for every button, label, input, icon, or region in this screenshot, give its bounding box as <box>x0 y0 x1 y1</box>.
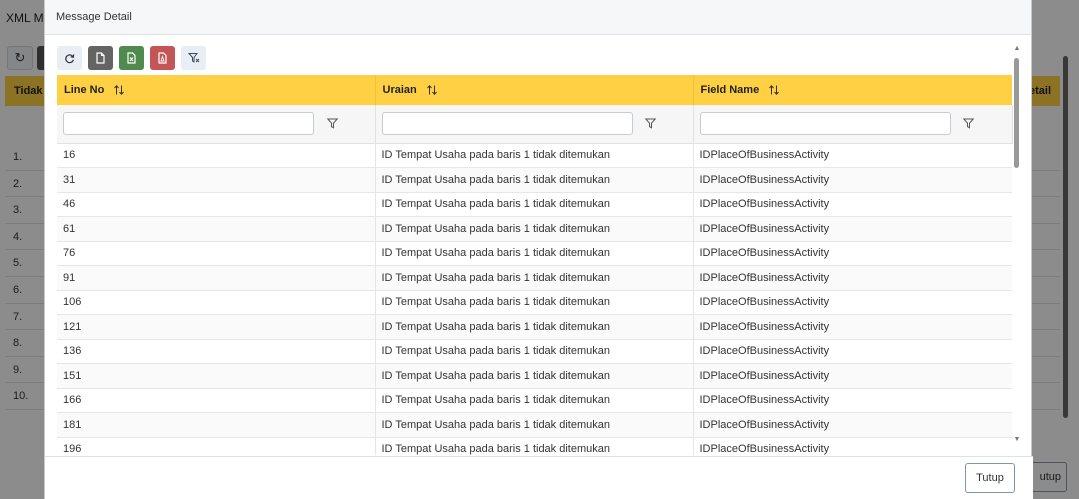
cell-field-name: IDPlaceOfBusinessActivity <box>693 314 1012 340</box>
table-row[interactable]: 16 ID Tempat Usaha pada baris 1 tidak di… <box>57 143 1012 168</box>
filter-icon <box>963 118 974 129</box>
table-row[interactable]: 31 ID Tempat Usaha pada baris 1 tidak di… <box>57 167 1012 193</box>
message-table: Line No Uraian Field Name 16 ID Tempat U… <box>57 75 1013 455</box>
cell-line-no: 91 <box>57 265 376 291</box>
column-header-label: Field Name <box>700 83 760 96</box>
filter-cell-field-name <box>693 105 1013 144</box>
cell-field-name: IDPlaceOfBusinessActivity <box>693 167 1012 193</box>
filter-cell-line-no <box>57 105 376 144</box>
cell-field-name: IDPlaceOfBusinessActivity <box>693 388 1012 413</box>
cell-uraian: ID Tempat Usaha pada baris 1 tidak ditem… <box>375 412 694 438</box>
cell-field-name: IDPlaceOfBusinessActivity <box>693 437 1012 455</box>
cell-field-name: IDPlaceOfBusinessActivity <box>693 216 1012 242</box>
table-row[interactable]: 136 ID Tempat Usaha pada baris 1 tidak d… <box>57 339 1012 364</box>
cell-line-no: 196 <box>57 437 376 455</box>
column-header-uraian[interactable]: Uraian <box>375 75 694 105</box>
filter-icon <box>645 118 656 129</box>
table-row[interactable]: 181 ID Tempat Usaha pada baris 1 tidak d… <box>57 412 1012 438</box>
cell-field-name: IDPlaceOfBusinessActivity <box>693 192 1012 217</box>
cell-line-no: 136 <box>57 339 376 364</box>
table-row[interactable]: 61 ID Tempat Usaha pada baris 1 tidak di… <box>57 216 1012 242</box>
sort-icon <box>114 85 125 95</box>
cell-line-no: 181 <box>57 412 376 438</box>
uraian-filter-input[interactable] <box>381 112 633 136</box>
table-row[interactable]: 46 ID Tempat Usaha pada baris 1 tidak di… <box>57 192 1012 217</box>
scroll-up-arrow-icon[interactable]: ▲ <box>1013 45 1021 53</box>
clear-filter-icon <box>187 53 199 63</box>
cell-uraian: ID Tempat Usaha pada baris 1 tidak ditem… <box>375 339 694 364</box>
column-header-label: Line No <box>64 83 105 96</box>
table-row[interactable]: 76 ID Tempat Usaha pada baris 1 tidak di… <box>57 241 1012 266</box>
export-file-button[interactable] <box>88 46 113 70</box>
scrollbar-thumb[interactable] <box>1014 58 1019 168</box>
field-name-filter-button[interactable] <box>955 112 983 135</box>
cell-uraian: ID Tempat Usaha pada baris 1 tidak ditem… <box>375 314 694 340</box>
modal-footer: Tutup <box>45 456 1033 499</box>
table-row[interactable]: 151 ID Tempat Usaha pada baris 1 tidak d… <box>57 363 1012 389</box>
file-icon <box>96 52 105 64</box>
table-row[interactable]: 91 ID Tempat Usaha pada baris 1 tidak di… <box>57 265 1012 291</box>
column-header-field-name[interactable]: Field Name <box>693 75 1012 105</box>
table-row[interactable]: 106 ID Tempat Usaha pada baris 1 tidak d… <box>57 290 1012 315</box>
grid-toolbar <box>57 46 206 70</box>
column-header-line-no[interactable]: Line No <box>57 75 376 105</box>
cell-uraian: ID Tempat Usaha pada baris 1 tidak ditem… <box>375 265 694 291</box>
cell-uraian: ID Tempat Usaha pada baris 1 tidak ditem… <box>375 167 694 193</box>
message-detail-modal: Message Detail Line No Uraian Field Name… <box>44 0 1033 499</box>
close-button[interactable]: Tutup <box>965 463 1015 493</box>
header-row: Line No Uraian Field Name <box>57 75 1012 105</box>
pdf-icon <box>158 52 167 64</box>
scroll-down-arrow-icon[interactable]: ▼ <box>1013 436 1021 444</box>
line-no-filter-input[interactable] <box>63 112 314 136</box>
table-scrollbar[interactable]: ▲ ▼ <box>1012 45 1022 447</box>
table-row[interactable]: 166 ID Tempat Usaha pada baris 1 tidak d… <box>57 388 1012 413</box>
modal-header: Message Detail <box>45 0 1031 35</box>
refresh-icon <box>65 53 75 63</box>
cell-field-name: IDPlaceOfBusinessActivity <box>693 143 1012 168</box>
filter-cell-uraian <box>375 105 694 144</box>
column-header-label: Uraian <box>382 83 417 96</box>
cell-field-name: IDPlaceOfBusinessActivity <box>693 339 1012 364</box>
cell-uraian: ID Tempat Usaha pada baris 1 tidak ditem… <box>375 363 694 389</box>
cell-uraian: ID Tempat Usaha pada baris 1 tidak ditem… <box>375 192 694 217</box>
cell-uraian: ID Tempat Usaha pada baris 1 tidak ditem… <box>375 241 694 266</box>
cell-line-no: 76 <box>57 241 376 266</box>
table-row[interactable]: 196 ID Tempat Usaha pada baris 1 tidak d… <box>57 437 1012 455</box>
cell-line-no: 61 <box>57 216 376 242</box>
excel-icon <box>127 52 136 64</box>
filter-icon <box>326 118 338 129</box>
refresh-button[interactable] <box>57 46 82 70</box>
uraian-filter-button[interactable] <box>637 112 665 135</box>
cell-uraian: ID Tempat Usaha pada baris 1 tidak ditem… <box>375 216 694 242</box>
line-no-filter-button[interactable] <box>318 112 346 135</box>
cell-uraian: ID Tempat Usaha pada baris 1 tidak ditem… <box>375 143 694 168</box>
clear-filter-button[interactable] <box>181 46 206 70</box>
cell-line-no: 31 <box>57 167 376 193</box>
cell-field-name: IDPlaceOfBusinessActivity <box>693 290 1012 315</box>
modal-title: Message Detail <box>56 11 132 23</box>
modal-body: Line No Uraian Field Name 16 ID Tempat U… <box>45 35 1033 455</box>
export-excel-button[interactable] <box>119 46 144 70</box>
cell-line-no: 151 <box>57 363 376 389</box>
message-table-wrapper: Line No Uraian Field Name 16 ID Tempat U… <box>57 75 1013 455</box>
cell-line-no: 16 <box>57 143 376 168</box>
cell-line-no: 121 <box>57 314 376 340</box>
table-row[interactable]: 121 ID Tempat Usaha pada baris 1 tidak d… <box>57 314 1012 340</box>
filter-row <box>57 105 1013 144</box>
table-body: 16 ID Tempat Usaha pada baris 1 tidak di… <box>57 143 1012 455</box>
cell-line-no: 166 <box>57 388 376 413</box>
cell-field-name: IDPlaceOfBusinessActivity <box>693 412 1012 438</box>
cell-field-name: IDPlaceOfBusinessActivity <box>693 241 1012 266</box>
cell-uraian: ID Tempat Usaha pada baris 1 tidak ditem… <box>375 388 694 413</box>
cell-uraian: ID Tempat Usaha pada baris 1 tidak ditem… <box>375 290 694 315</box>
field-name-filter-input[interactable] <box>699 112 951 136</box>
cell-line-no: 106 <box>57 290 376 315</box>
sort-icon <box>426 85 437 95</box>
cell-field-name: IDPlaceOfBusinessActivity <box>693 363 1012 389</box>
export-pdf-button[interactable] <box>150 46 175 70</box>
cell-line-no: 46 <box>57 192 376 217</box>
cell-uraian: ID Tempat Usaha pada baris 1 tidak ditem… <box>375 437 694 455</box>
sort-icon <box>769 85 780 95</box>
cell-field-name: IDPlaceOfBusinessActivity <box>693 265 1012 291</box>
